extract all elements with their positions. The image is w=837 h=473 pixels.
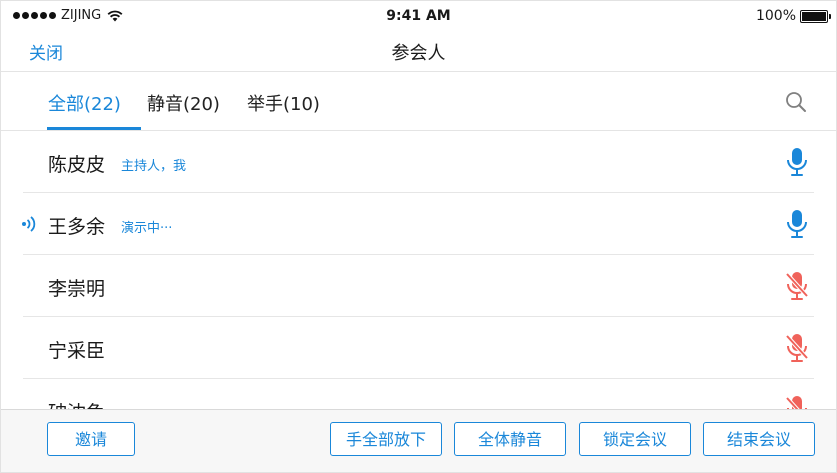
end-meeting-button[interactable]: 结束会议 bbox=[703, 422, 815, 456]
participant-list[interactable]: 陈皮皮 主持人，我 王多余 演示中··· 李崇明 宁采臣 bbox=[1, 131, 836, 409]
battery-icon bbox=[800, 9, 831, 23]
participants-screen: ZIJING 9:41 AM 100% 关闭 参会人 全部(22) 静音(20)… bbox=[0, 0, 837, 473]
participant-name: 宁采臣 bbox=[48, 340, 106, 362]
status-time: 9:41 AM bbox=[386, 8, 451, 24]
lock-meeting-button[interactable]: 锁定会议 bbox=[579, 422, 691, 456]
microphone-icon[interactable] bbox=[785, 209, 809, 239]
active-tab-indicator bbox=[47, 127, 141, 130]
tab-bar: 全部(22) 静音(20) 举手(10) bbox=[1, 72, 836, 131]
participant-row[interactable]: 砷沈兔 bbox=[1, 379, 836, 409]
tab-muted[interactable]: 静音(20) bbox=[147, 90, 220, 116]
page-title: 参会人 bbox=[391, 43, 446, 64]
participant-role-tag: 主持人，我 bbox=[121, 159, 187, 174]
participant-name: 王多余 bbox=[48, 216, 106, 238]
microphone-muted-icon[interactable] bbox=[785, 333, 809, 363]
participant-name: 李崇明 bbox=[48, 278, 106, 300]
microphone-icon[interactable] bbox=[785, 147, 809, 177]
tab-raised-hands[interactable]: 举手(10) bbox=[247, 90, 320, 116]
tab-all[interactable]: 全部(22) bbox=[48, 90, 121, 116]
participant-row[interactable]: 李崇明 bbox=[1, 255, 836, 317]
battery-percent: 100% bbox=[755, 8, 796, 24]
microphone-muted-icon[interactable] bbox=[785, 271, 809, 301]
nav-bar: 关闭 参会人 bbox=[1, 31, 836, 72]
microphone-muted-icon[interactable] bbox=[785, 395, 809, 409]
invite-button[interactable]: 邀请 bbox=[47, 422, 135, 456]
participant-row[interactable]: 陈皮皮 主持人，我 bbox=[1, 131, 836, 193]
bottom-toolbar: 邀请 手全部放下 全体静音 锁定会议 结束会议 bbox=[1, 409, 836, 472]
participant-row[interactable]: 宁采臣 bbox=[1, 317, 836, 379]
search-icon[interactable] bbox=[785, 91, 807, 113]
lower-all-hands-button[interactable]: 手全部放下 bbox=[330, 422, 442, 456]
status-right: 100% bbox=[755, 8, 831, 24]
participant-name: 砷沈兔 bbox=[48, 398, 105, 409]
mute-all-button[interactable]: 全体静音 bbox=[454, 422, 566, 456]
participant-row[interactable]: 王多余 演示中··· bbox=[1, 193, 836, 255]
speaking-icon bbox=[22, 216, 36, 232]
participant-status-tag: 演示中··· bbox=[121, 221, 173, 236]
status-bar: ZIJING 9:41 AM 100% bbox=[1, 1, 836, 31]
participant-name: 陈皮皮 bbox=[48, 154, 106, 176]
